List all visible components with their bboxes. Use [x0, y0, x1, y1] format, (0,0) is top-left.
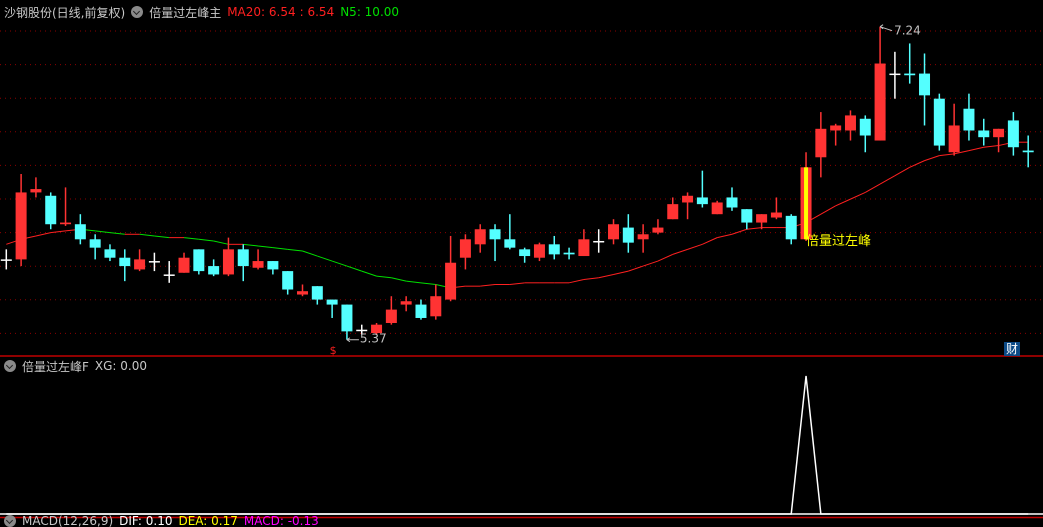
chevron-down-icon[interactable] — [4, 515, 16, 527]
main-header: 沙钢股份(日线,前复权) 倍量过左峰主 MA20: 6.54 : 6.54 N5… — [4, 3, 399, 21]
xg-line — [6, 375, 1029, 515]
finance-badge[interactable]: 财 — [1004, 342, 1020, 356]
stock-title: 沙钢股份(日线,前复权) — [4, 5, 126, 20]
sub-header: 倍量过左峰F XG: 0.00 — [4, 357, 147, 375]
macd-value: MACD: -0.13 — [243, 515, 319, 527]
sub-indicator-name[interactable]: 倍量过左峰F — [22, 358, 89, 375]
xg-value: XG: 0.00 — [94, 359, 148, 373]
macd-name[interactable]: MACD(12,26,9) — [22, 515, 113, 527]
indicator-name[interactable]: 倍量过左峰主 — [149, 4, 221, 21]
n5-value: N5: 10.00 — [340, 5, 400, 19]
chevron-down-icon[interactable] — [131, 6, 144, 18]
dea-value: DEA: 0.17 — [178, 515, 238, 527]
chevron-down-icon[interactable] — [4, 360, 16, 372]
indicator-chart[interactable] — [0, 0, 1043, 522]
macd-header: MACD(12,26,9) DIF: 0.10 DEA: 0.17 MACD: … — [4, 515, 319, 527]
dif-value: DIF: 0.10 — [119, 515, 173, 527]
ma20-value: MA20: 6.54 — [227, 5, 296, 19]
ma20-value-2: : 6.54 — [299, 5, 335, 19]
